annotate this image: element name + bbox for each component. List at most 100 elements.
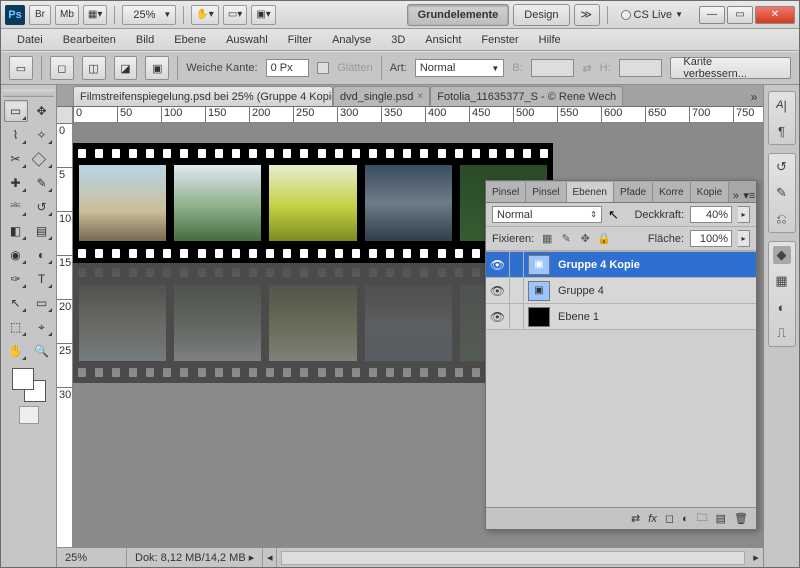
menu-hilfe[interactable]: Hilfe xyxy=(529,31,571,49)
lock-position-icon[interactable]: ✥ xyxy=(578,232,592,246)
visibility-toggle[interactable]: 👁 xyxy=(486,252,510,277)
minimize-button[interactable]: — xyxy=(699,6,725,24)
doc-tab-1[interactable]: dvd_single.psd× xyxy=(333,86,430,106)
style-select[interactable]: Normal▼ xyxy=(415,59,504,77)
adjustment-icon[interactable]: ◐ xyxy=(682,513,689,525)
tool-3dcamera[interactable]: ⌖ xyxy=(30,316,54,338)
panel-tab-pinsel[interactable]: Pinsel xyxy=(486,182,526,202)
menu-ansicht[interactable]: Ansicht xyxy=(415,31,471,49)
status-docsize[interactable]: Dok: 8,12 MB/14,2 MB ▸ xyxy=(127,548,263,567)
zoom-select[interactable]: 25%▼ xyxy=(122,5,176,25)
panel-brushes-icon[interactable]: ✎ xyxy=(773,184,791,202)
sel-new[interactable]: ◻ xyxy=(50,56,74,80)
layer-name[interactable]: Ebene 1 xyxy=(554,311,756,323)
scroll-right-button[interactable]: ▸ xyxy=(749,548,763,567)
mask-icon[interactable]: ◻ xyxy=(665,512,674,525)
ruler-vertical[interactable]: 051015202530 xyxy=(57,123,73,547)
tool-3d[interactable]: ⬚ xyxy=(4,316,28,338)
tool-brush[interactable]: ✎ xyxy=(30,172,54,194)
toolbox-grip[interactable] xyxy=(3,89,54,97)
panel-paths-icon[interactable]: ◐ xyxy=(773,298,791,316)
panel-tab-ebenen[interactable]: Ebenen xyxy=(567,182,614,202)
fill-flyout[interactable]: ▸ xyxy=(738,230,750,247)
tool-history[interactable]: ↺ xyxy=(30,196,54,218)
layer-name[interactable]: Gruppe 4 Kopie xyxy=(554,259,756,271)
layer-row[interactable]: 👁 ▣ Gruppe 4 xyxy=(486,278,756,304)
color-swatches[interactable] xyxy=(12,368,46,402)
tool-shape[interactable]: ▭ xyxy=(30,292,54,314)
panel-channels-icon[interactable]: ▦ xyxy=(773,272,791,290)
menu-analyse[interactable]: Analyse xyxy=(322,31,381,49)
feather-input[interactable]: 0 Px xyxy=(266,59,310,77)
panel-menu[interactable]: ▾≡ xyxy=(743,189,756,202)
tool-marquee[interactable]: ▭ xyxy=(4,100,28,122)
doc-tab-0[interactable]: Filmstreifenspiegelung.psd bei 25% (Grup… xyxy=(73,86,333,106)
tabs-overflow[interactable]: » xyxy=(745,88,763,106)
layer-row[interactable]: 👁 ▣ Gruppe 4 Kopie xyxy=(486,252,756,278)
menu-bild[interactable]: Bild xyxy=(126,31,164,49)
hscrollbar[interactable] xyxy=(281,551,745,565)
bridge-button[interactable]: Br xyxy=(29,5,51,25)
workspace-grundelemente[interactable]: Grundelemente xyxy=(407,4,510,26)
menu-ebene[interactable]: Ebene xyxy=(164,31,216,49)
layer-thumb[interactable]: ▣ xyxy=(528,255,550,275)
tool-eraser[interactable]: ◧ xyxy=(4,220,28,242)
panel-paragraph-icon[interactable]: ¶ xyxy=(773,122,791,140)
layer-thumb[interactable]: ▣ xyxy=(528,281,550,301)
arrange-button[interactable]: ▭▾ xyxy=(223,5,247,25)
tool-pen[interactable]: ✑ xyxy=(4,268,28,290)
sel-intersect[interactable]: ▣ xyxy=(145,56,169,80)
lock-all-icon[interactable]: 🔒 xyxy=(597,232,611,246)
tool-dodge[interactable]: ◐ xyxy=(30,244,54,266)
group-icon[interactable]: 🗀 xyxy=(697,509,708,528)
visibility-toggle[interactable]: 👁 xyxy=(486,304,510,329)
panel-clonesource-icon[interactable]: ⎌ xyxy=(773,210,791,228)
tool-path[interactable]: ↖ xyxy=(4,292,28,314)
tool-stamp[interactable]: ⎃ xyxy=(4,196,28,218)
tool-hand[interactable]: ✋ xyxy=(4,340,28,362)
blendmode-select[interactable]: Normal⇕ xyxy=(492,206,602,223)
menu-filter[interactable]: Filter xyxy=(278,31,322,49)
panel-overflow[interactable]: » xyxy=(729,190,742,202)
visibility-toggle[interactable]: 👁 xyxy=(486,278,510,303)
opacity-input[interactable]: 40% xyxy=(690,206,732,223)
layer-thumb[interactable] xyxy=(528,307,550,327)
ruler-corner[interactable] xyxy=(57,107,73,123)
menu-3d[interactable]: 3D xyxy=(381,31,415,49)
status-zoom[interactable]: 25% xyxy=(57,548,127,567)
link-cell[interactable] xyxy=(510,304,524,329)
layer-row[interactable]: 👁 Ebene 1 xyxy=(486,304,756,330)
panel-tab-kopie[interactable]: Kopie xyxy=(691,182,730,202)
refine-edge-button[interactable]: Kante verbessern... xyxy=(670,57,791,79)
hand-button[interactable]: ✋▾ xyxy=(191,5,218,25)
menu-auswahl[interactable]: Auswahl xyxy=(216,31,278,49)
tool-zoom[interactable]: 🔍 xyxy=(30,340,54,362)
quickmask-button[interactable] xyxy=(19,406,39,424)
menu-bearbeiten[interactable]: Bearbeiten xyxy=(53,31,126,49)
tool-magicwand[interactable]: ✧ xyxy=(30,124,54,146)
foreground-swatch[interactable] xyxy=(12,368,34,390)
panel-tab-pinsel2[interactable]: Pinsel xyxy=(526,182,566,202)
menu-datei[interactable]: Datei xyxy=(7,31,53,49)
opacity-flyout[interactable]: ▸ xyxy=(738,206,750,223)
layer-name[interactable]: Gruppe 4 xyxy=(554,285,756,297)
panel-actions-icon[interactable]: ⎍ xyxy=(773,324,791,342)
tool-move[interactable]: ✥ xyxy=(30,100,54,122)
link-cell[interactable] xyxy=(510,252,524,277)
panel-history-icon[interactable]: ↺ xyxy=(773,158,791,176)
close-button[interactable]: ✕ xyxy=(755,6,795,24)
maximize-button[interactable]: ▭ xyxy=(727,6,753,24)
minibridge-button[interactable]: Mb xyxy=(55,5,79,25)
tool-type[interactable]: T xyxy=(30,268,54,290)
workspace-more[interactable]: ≫ xyxy=(574,4,600,26)
panel-layers-icon[interactable]: ◆ xyxy=(773,246,791,264)
tool-gradient[interactable]: ▤ xyxy=(30,220,54,242)
new-layer-icon[interactable]: ▤ xyxy=(716,512,726,525)
ruler-horizontal[interactable]: 0501001502002503003504004505005506006507… xyxy=(57,107,763,123)
panel-character-icon[interactable]: A| xyxy=(773,96,791,114)
close-icon[interactable]: × xyxy=(417,91,423,102)
screenmode-button[interactable]: ▣▾ xyxy=(251,5,275,25)
sel-sub[interactable]: ◪ xyxy=(114,56,138,80)
scroll-left-button[interactable]: ◂ xyxy=(263,548,277,567)
fill-input[interactable]: 100% xyxy=(690,230,732,247)
